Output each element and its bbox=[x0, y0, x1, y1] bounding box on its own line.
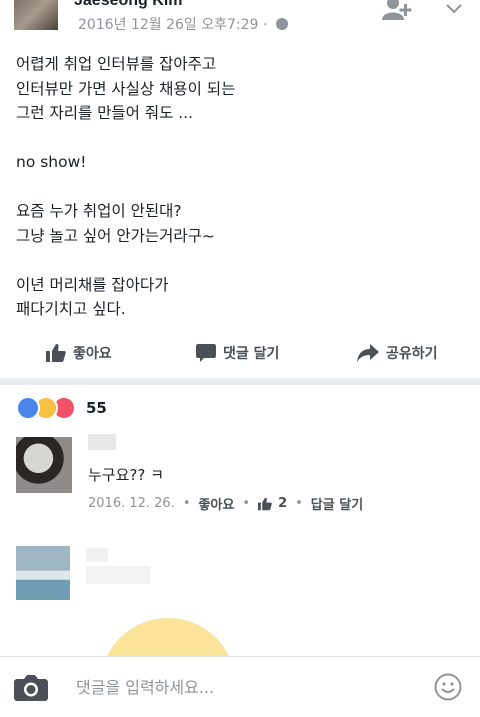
post-line: 어렵게 취업 인터뷰를 잡아주고 bbox=[16, 55, 217, 73]
post-line: 인터뷰만 가면 사실상 채용이 되는 bbox=[16, 79, 236, 98]
reactions-summary[interactable]: 55 bbox=[16, 396, 107, 420]
emoji-smiley-icon[interactable] bbox=[434, 673, 462, 701]
meta-separator: • bbox=[295, 496, 303, 511]
commenter-avatar[interactable] bbox=[16, 546, 70, 600]
camera-icon[interactable] bbox=[14, 673, 48, 701]
comment-meta: 2016. 12. 26. • 좋아요 • 2 • 답글 달기 bbox=[88, 494, 363, 513]
meta-separator: • bbox=[182, 496, 191, 511]
comment-text-blurred bbox=[86, 566, 150, 584]
post-text: 어렵게 취업 인터뷰를 잡아주고 인터뷰만 가면 사실상 채용이 되는 그런 자… bbox=[16, 52, 466, 322]
commenter-name-blurred[interactable] bbox=[88, 434, 116, 450]
comment-like-link[interactable]: 좋아요 bbox=[199, 494, 235, 513]
post-line: 그냥 놀고 싶어 안가는거라구~ bbox=[16, 226, 215, 245]
post-line bbox=[16, 126, 466, 151]
section-divider bbox=[0, 378, 480, 385]
post-header: Jaeseong Kim 2016년 12월 26일 오후7:29 · bbox=[0, 0, 480, 40]
post-line bbox=[16, 248, 466, 273]
author-name[interactable]: Jaeseong Kim bbox=[74, 0, 182, 10]
meta-separator: • bbox=[242, 496, 251, 511]
share-button-label: 공유하기 bbox=[386, 346, 438, 362]
post-line: 패다기치고 싶다. bbox=[16, 300, 126, 318]
like-count-icon bbox=[258, 497, 272, 510]
commenter-avatar[interactable] bbox=[16, 437, 72, 493]
like-button-label: 좋아요 bbox=[73, 346, 112, 362]
like-button[interactable]: 좋아요 bbox=[46, 338, 112, 368]
post-action-bar: 좋아요 댓글 달기 공유하기 bbox=[0, 338, 480, 368]
commenter-name-blurred[interactable] bbox=[86, 548, 108, 562]
comment-button-label: 댓글 달기 bbox=[223, 346, 280, 362]
post-line: 그런 자리를 만들어 줘도 ... bbox=[16, 104, 194, 122]
author-avatar[interactable] bbox=[14, 0, 58, 30]
comment-date: 2016. 12. 26. bbox=[88, 496, 175, 511]
comment-like-count[interactable]: 2 bbox=[278, 496, 287, 511]
comment-button[interactable]: 댓글 달기 bbox=[196, 338, 279, 368]
like-reaction-icon bbox=[16, 396, 40, 420]
globe-icon bbox=[275, 18, 288, 30]
comment-bubble-icon bbox=[196, 344, 216, 362]
post-time-text: 2016년 12월 26일 오후7:29 bbox=[78, 17, 259, 33]
share-button[interactable]: 공유하기 bbox=[357, 338, 438, 368]
reaction-count: 55 bbox=[86, 399, 107, 417]
comment-reply-link[interactable]: 답글 달기 bbox=[311, 494, 363, 513]
post-line bbox=[16, 175, 466, 200]
comment-text: 누구요?? ㅋ bbox=[88, 466, 164, 484]
thumbs-up-icon bbox=[46, 344, 66, 362]
add-friend-icon[interactable] bbox=[382, 0, 412, 20]
post-line: 요즘 누가 취업이 안된대? bbox=[16, 202, 182, 220]
comment-composer bbox=[0, 656, 480, 717]
share-arrow-icon bbox=[357, 344, 379, 362]
post-line: no show! bbox=[16, 153, 87, 171]
chevron-down-icon[interactable] bbox=[444, 2, 464, 16]
post-timestamp[interactable]: 2016년 12월 26일 오후7:29 · bbox=[78, 14, 288, 34]
post-line: 이년 머리채를 잡아다가 bbox=[16, 275, 169, 294]
privacy-separator: · bbox=[262, 17, 268, 33]
comment-input[interactable] bbox=[76, 673, 416, 701]
